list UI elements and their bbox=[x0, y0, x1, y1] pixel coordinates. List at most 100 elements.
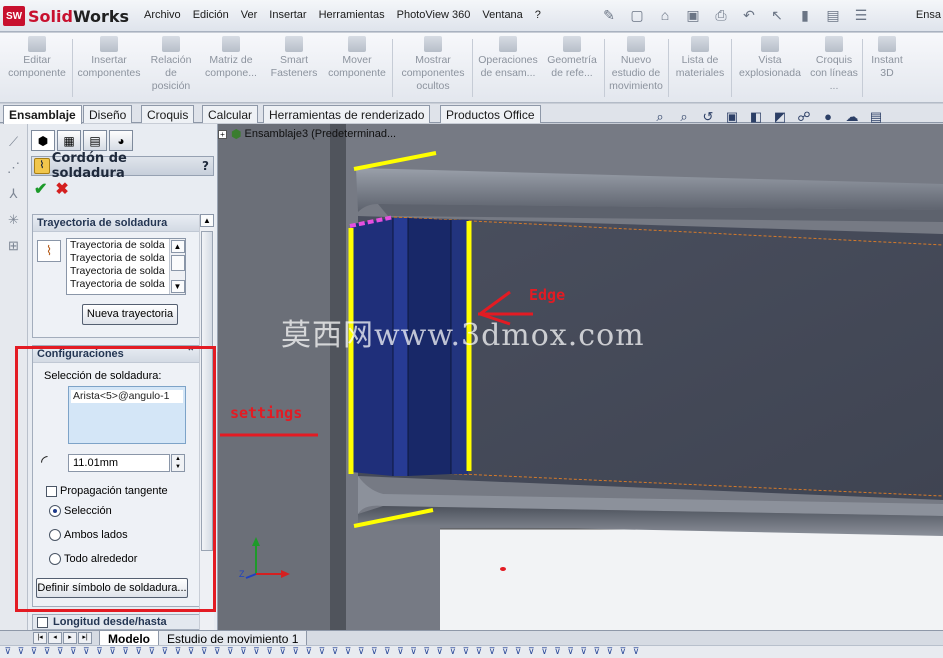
cmd-editar-componente[interactable]: Editar componente bbox=[6, 36, 68, 80]
scroll-thumb[interactable] bbox=[201, 231, 213, 551]
weld-selection-box[interactable]: Arista<5>@angulo-1 bbox=[68, 386, 186, 444]
weld-path-header[interactable]: Trayectoria de soldadura⌃ bbox=[33, 215, 213, 232]
section-view-icon[interactable]: ▣ bbox=[723, 109, 741, 125]
radio-selection[interactable]: Selección bbox=[49, 505, 112, 517]
weld-path-list[interactable]: Trayectoria de solda Trayectoria de sold… bbox=[66, 238, 186, 295]
size-spinner[interactable]: ▲ ▼ bbox=[171, 454, 185, 472]
cmd-instant3d[interactable]: Instant 3D bbox=[864, 36, 910, 80]
view-orientation-icon[interactable]: ◧ bbox=[747, 109, 765, 125]
radio-both-sides[interactable]: Ambos lados bbox=[49, 529, 128, 541]
zoom-area-icon[interactable]: ⌕ bbox=[675, 109, 693, 125]
new-document-icon[interactable]: ▢ bbox=[626, 4, 648, 26]
cmd-insertar-componentes[interactable]: Insertar componentes bbox=[76, 36, 142, 80]
selected-edge-item[interactable]: Arista<5>@angulo-1 bbox=[71, 390, 183, 403]
cmd-operaciones-ensamblaje[interactable]: Operaciones de ensam... bbox=[475, 36, 541, 80]
radio-all-around[interactable]: Todo alrededor bbox=[49, 553, 137, 565]
settings-header[interactable]: Configuraciones ⌃ bbox=[33, 346, 199, 363]
expand-icon[interactable]: + bbox=[218, 129, 227, 139]
next-tab-icon[interactable]: ▸ bbox=[63, 632, 77, 644]
previous-view-icon[interactable]: ↺ bbox=[699, 109, 717, 125]
scroll-up-icon[interactable]: ▲ bbox=[200, 214, 214, 227]
filter-icons[interactable]: ⊽ ⊽ ⊽ ⊽ ⊽ ⊽ ⊽ ⊽ ⊽ ⊽ ⊽ ⊽ ⊽ ⊽ ⊽ ⊽ ⊽ ⊽ ⊽ ⊽ … bbox=[0, 646, 641, 656]
tab-modelo[interactable]: Modelo bbox=[99, 631, 159, 646]
collapse-chevron-icon[interactable]: ⌃ bbox=[187, 347, 195, 358]
property-manager-tab-icon[interactable]: ▦ bbox=[57, 130, 81, 151]
menu-archivo[interactable]: Archivo bbox=[138, 9, 187, 21]
cancel-button[interactable]: ✖ bbox=[55, 179, 68, 198]
list-item[interactable]: Trayectoria de solda bbox=[67, 265, 185, 278]
pm-scrollbar[interactable]: ▲ bbox=[199, 214, 214, 630]
undo-icon[interactable]: ↶ bbox=[738, 4, 760, 26]
feature-tree-tab-icon[interactable]: ⬢ bbox=[31, 130, 55, 151]
tab-calcular[interactable]: Calcular bbox=[202, 105, 259, 123]
spark-icon[interactable]: ✳ bbox=[5, 212, 23, 228]
file-properties-icon[interactable]: ▤ bbox=[822, 4, 844, 26]
menu-edicion[interactable]: Edición bbox=[187, 9, 235, 21]
list-scrollbar[interactable]: ▲ ▼ bbox=[169, 239, 185, 294]
cmd-nuevo-estudio[interactable]: Nuevo estudio de movimiento bbox=[607, 36, 665, 93]
cmd-geometria-referencia[interactable]: Geometría de refe... bbox=[543, 36, 601, 80]
select-arrow-icon[interactable]: ↖ bbox=[766, 4, 788, 26]
feature-tree-flyout[interactable]: + ⬢ Ensamblaje3 (Predeterminad... bbox=[218, 127, 396, 141]
tangent-propagation-checkbox[interactable]: Propagación tangente bbox=[46, 485, 168, 497]
pin-icon[interactable]: ✎ bbox=[598, 4, 620, 26]
hide-show-icon[interactable]: ☍ bbox=[795, 109, 813, 125]
display-manager-tab-icon[interactable]: ◕ bbox=[109, 130, 133, 151]
rebuild-icon[interactable]: ▮ bbox=[794, 4, 816, 26]
axis-icon[interactable]: ⅄ bbox=[5, 186, 23, 202]
scroll-down-icon[interactable]: ▼ bbox=[170, 280, 185, 293]
tab-ensamblaje[interactable]: Ensamblaje bbox=[3, 105, 82, 124]
options-icon[interactable]: ☰ bbox=[850, 4, 872, 26]
base-plate[interactable] bbox=[440, 529, 943, 630]
model-view[interactable]: Z bbox=[218, 124, 943, 630]
tab-croquis[interactable]: Croquis bbox=[141, 105, 195, 123]
cmd-relacion-posicion[interactable]: Relación de posición bbox=[146, 36, 196, 93]
tab-diseno[interactable]: Diseño bbox=[83, 105, 133, 123]
tab-productos-office[interactable]: Productos Office bbox=[440, 105, 541, 123]
bead-size-input[interactable]: 11.01mm bbox=[68, 454, 170, 472]
save-icon[interactable]: ▣ bbox=[682, 4, 704, 26]
menu-help[interactable]: ? bbox=[529, 9, 547, 21]
cmd-mover-componente[interactable]: Mover componente bbox=[326, 36, 388, 80]
configuration-manager-tab-icon[interactable]: ▤ bbox=[83, 130, 107, 151]
scroll-thumb[interactable] bbox=[170, 255, 185, 271]
menu-insertar[interactable]: Insertar bbox=[263, 9, 312, 21]
smart-dimension-icon[interactable]: ⟋ bbox=[5, 134, 23, 150]
cmd-croquis-lineas[interactable]: Croquis con líneas ... bbox=[808, 36, 860, 93]
tab-estudio-movimiento[interactable]: Estudio de movimiento 1 bbox=[158, 631, 308, 646]
list-item[interactable]: Trayectoria de solda bbox=[67, 278, 185, 291]
help-button[interactable]: ? bbox=[202, 159, 209, 173]
open-document-icon[interactable]: ⌂ bbox=[654, 4, 676, 26]
solidworks-logo[interactable]: SW SolidWorks bbox=[3, 5, 129, 27]
menu-ventana[interactable]: Ventana bbox=[476, 9, 528, 21]
print-icon[interactable]: ⎙ bbox=[710, 4, 732, 26]
cmd-vista-explosionada[interactable]: Vista explosionada bbox=[735, 36, 805, 80]
column-part[interactable] bbox=[218, 124, 346, 630]
length-group[interactable]: Longitud desde/hasta bbox=[32, 614, 200, 630]
length-checkbox[interactable] bbox=[37, 616, 48, 628]
list-item[interactable]: Trayectoria de solda bbox=[67, 252, 185, 265]
scroll-up-icon[interactable]: ▲ bbox=[170, 240, 185, 253]
graphics-area[interactable]: Z + ⬢ Ensamblaje3 (Predeterminad... Edge… bbox=[218, 124, 943, 630]
list-item[interactable]: Trayectoria de solda bbox=[67, 239, 185, 252]
cmd-smart-fasteners[interactable]: Smart Fasteners bbox=[266, 36, 322, 80]
layers-icon[interactable]: ⊞ bbox=[5, 238, 23, 254]
cmd-mostrar-ocultos[interactable]: Mostrar componentes ocultos bbox=[396, 36, 470, 93]
define-weld-symbol-button[interactable]: Definir símbolo de soldadura... bbox=[36, 578, 188, 598]
zoom-fit-icon[interactable]: ⌕ bbox=[651, 109, 669, 125]
scene-icon[interactable]: ☁ bbox=[843, 109, 861, 125]
cmd-lista-materiales[interactable]: Lista de materiales bbox=[672, 36, 728, 80]
cmd-matriz-componente[interactable]: Matriz de compone... bbox=[200, 36, 262, 80]
menu-herramientas[interactable]: Herramientas bbox=[313, 9, 391, 21]
prev-tab-icon[interactable]: ◂ bbox=[48, 632, 62, 644]
ok-button[interactable]: ✔ bbox=[34, 179, 47, 198]
appearance-icon[interactable]: ● bbox=[819, 109, 837, 125]
menu-ver[interactable]: Ver bbox=[235, 9, 264, 21]
menu-photoview[interactable]: PhotoView 360 bbox=[391, 9, 477, 21]
view-settings-icon[interactable]: ▤ bbox=[867, 109, 885, 125]
tree-root-label[interactable]: Ensamblaje3 (Predeterminad... bbox=[244, 128, 396, 140]
first-tab-icon[interactable]: |◂ bbox=[33, 632, 47, 644]
tab-renderizado[interactable]: Herramientas de renderizado bbox=[263, 105, 431, 123]
display-style-icon[interactable]: ◩ bbox=[771, 109, 789, 125]
new-path-button[interactable]: Nueva trayectoria bbox=[82, 304, 178, 325]
